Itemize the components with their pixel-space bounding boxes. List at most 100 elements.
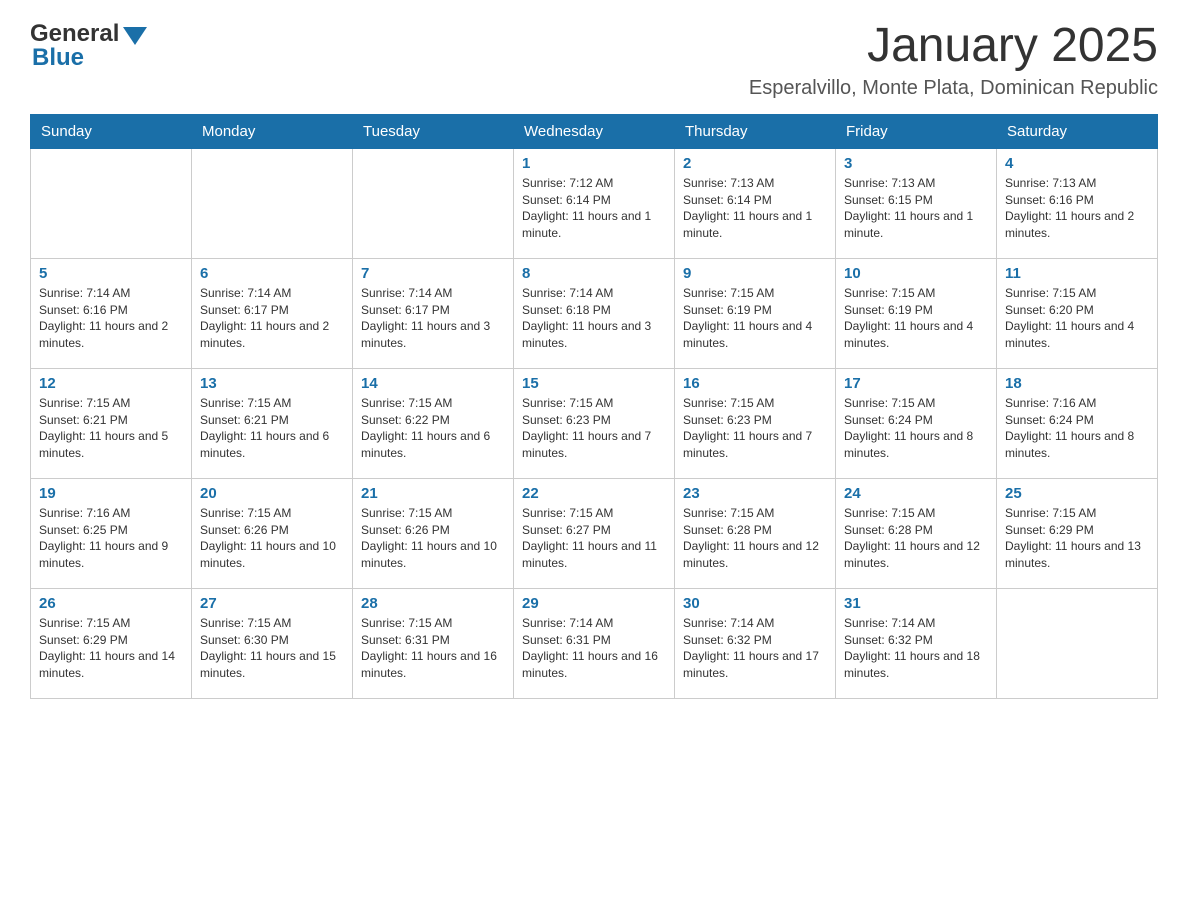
day-info: Sunrise: 7:14 AM Sunset: 6:32 PM Dayligh… [683,615,827,682]
calendar-cell: 6Sunrise: 7:14 AM Sunset: 6:17 PM Daylig… [192,258,353,368]
day-info: Sunrise: 7:15 AM Sunset: 6:20 PM Dayligh… [1005,285,1149,352]
day-info: Sunrise: 7:16 AM Sunset: 6:25 PM Dayligh… [39,505,183,572]
day-info: Sunrise: 7:14 AM Sunset: 6:18 PM Dayligh… [522,285,666,352]
day-number: 20 [200,485,344,502]
day-number: 9 [683,265,827,282]
calendar-cell: 20 Sunrise: 7:15 AM Sunset: 6:26 PM Dayli… [192,478,353,588]
day-number: 22 [522,485,666,502]
day-info: Sunrise: 7:15 AM Sunset: 6:19 PM Dayligh… [844,285,988,352]
day-number: 5 [39,265,183,282]
day-info: Sunrise: 7:15 AM Sunset: 6:23 PM Dayligh… [522,395,666,462]
calendar-cell [353,148,514,258]
day-number: 21 [361,485,505,502]
day-info: Sunrise: 7:16 AM Sunset: 6:24 PM Dayligh… [1005,395,1149,462]
day-number: 23 [683,485,827,502]
calendar-cell: 14Sunrise: 7:15 AM Sunset: 6:22 PM Dayli… [353,368,514,478]
day-number: 27 [200,595,344,612]
day-number: 13 [200,375,344,392]
weekday-header-saturday: Saturday [997,114,1158,148]
calendar-subtitle: Esperalvillo, Monte Plata, Dominican Rep… [749,77,1158,100]
calendar-table: SundayMondayTuesdayWednesdayThursdayFrid… [30,114,1158,699]
day-number: 4 [1005,155,1149,172]
day-number: 16 [683,375,827,392]
day-info: Sunrise: 7:15 AM Sunset: 6:26 PM Dayligh… [200,505,344,572]
day-info: Sunrise: 7:15 AM Sunset: 6:27 PM Dayligh… [522,505,666,572]
calendar-cell: 4 Sunrise: 7:13 AM Sunset: 6:16 PM Daylig… [997,148,1158,258]
day-number: 2 [683,155,827,172]
calendar-cell: 26 Sunrise: 7:15 AM Sunset: 6:29 PM Dayli… [31,588,192,698]
day-info: Sunrise: 7:15 AM Sunset: 6:29 PM Dayligh… [39,615,183,682]
weekday-header-wednesday: Wednesday [514,114,675,148]
day-number: 14 [361,375,505,392]
page-header: General Blue January 2025 Esperalvillo, … [30,20,1158,100]
calendar-week-row: 12 Sunrise: 7:15 AM Sunset: 6:21 PM Dayli… [31,368,1158,478]
day-number: 11 [1005,265,1149,282]
logo-blue-text: Blue [32,44,84,72]
calendar-cell: 16 Sunrise: 7:15 AM Sunset: 6:23 PM Dayli… [675,368,836,478]
day-number: 19 [39,485,183,502]
day-info: Sunrise: 7:15 AM Sunset: 6:29 PM Dayligh… [1005,505,1149,572]
day-number: 1 [522,155,666,172]
day-number: 18 [1005,375,1149,392]
day-number: 28 [361,595,505,612]
weekday-header-sunday: Sunday [31,114,192,148]
calendar-cell: 22 Sunrise: 7:15 AM Sunset: 6:27 PM Dayli… [514,478,675,588]
day-number: 24 [844,485,988,502]
day-info: Sunrise: 7:13 AM Sunset: 6:14 PM Dayligh… [683,175,827,242]
calendar-cell [192,148,353,258]
logo: General Blue [30,20,147,72]
day-info: Sunrise: 7:14 AM Sunset: 6:32 PM Dayligh… [844,615,988,682]
day-number: 31 [844,595,988,612]
calendar-cell: 15 Sunrise: 7:15 AM Sunset: 6:23 PM Dayli… [514,368,675,478]
day-number: 30 [683,595,827,612]
calendar-cell: 30 Sunrise: 7:14 AM Sunset: 6:32 PM Dayli… [675,588,836,698]
day-info: Sunrise: 7:15 AM Sunset: 6:21 PM Dayligh… [200,395,344,462]
weekday-header-tuesday: Tuesday [353,114,514,148]
calendar-cell: 23 Sunrise: 7:15 AM Sunset: 6:28 PM Dayli… [675,478,836,588]
day-info: Sunrise: 7:14 AM Sunset: 6:17 PM Dayligh… [200,285,344,352]
calendar-cell: 3 Sunrise: 7:13 AM Sunset: 6:15 PM Daylig… [836,148,997,258]
calendar-cell [997,588,1158,698]
calendar-cell: 28 Sunrise: 7:15 AM Sunset: 6:31 PM Dayli… [353,588,514,698]
day-number: 25 [1005,485,1149,502]
day-number: 7 [361,265,505,282]
calendar-cell: 8 Sunrise: 7:14 AM Sunset: 6:18 PM Daylig… [514,258,675,368]
calendar-week-row: 26 Sunrise: 7:15 AM Sunset: 6:29 PM Dayli… [31,588,1158,698]
day-info: Sunrise: 7:15 AM Sunset: 6:21 PM Dayligh… [39,395,183,462]
day-info: Sunrise: 7:15 AM Sunset: 6:31 PM Dayligh… [361,615,505,682]
calendar-week-row: 19 Sunrise: 7:16 AM Sunset: 6:25 PM Dayli… [31,478,1158,588]
calendar-cell: 17Sunrise: 7:15 AM Sunset: 6:24 PM Dayli… [836,368,997,478]
day-info: Sunrise: 7:15 AM Sunset: 6:23 PM Dayligh… [683,395,827,462]
calendar-week-row: 5 Sunrise: 7:14 AM Sunset: 6:16 PM Daylig… [31,258,1158,368]
calendar-cell: 18 Sunrise: 7:16 AM Sunset: 6:24 PM Dayli… [997,368,1158,478]
day-number: 10 [844,265,988,282]
calendar-cell: 9Sunrise: 7:15 AM Sunset: 6:19 PM Daylig… [675,258,836,368]
day-number: 26 [39,595,183,612]
day-number: 3 [844,155,988,172]
day-number: 15 [522,375,666,392]
day-number: 8 [522,265,666,282]
weekday-header-monday: Monday [192,114,353,148]
day-info: Sunrise: 7:14 AM Sunset: 6:17 PM Dayligh… [361,285,505,352]
day-info: Sunrise: 7:15 AM Sunset: 6:30 PM Dayligh… [200,615,344,682]
calendar-cell: 24 Sunrise: 7:15 AM Sunset: 6:28 PM Dayli… [836,478,997,588]
day-info: Sunrise: 7:15 AM Sunset: 6:24 PM Dayligh… [844,395,988,462]
title-area: January 2025 Esperalvillo, Monte Plata, … [749,20,1158,100]
day-info: Sunrise: 7:14 AM Sunset: 6:31 PM Dayligh… [522,615,666,682]
calendar-cell: 25 Sunrise: 7:15 AM Sunset: 6:29 PM Dayli… [997,478,1158,588]
day-info: Sunrise: 7:13 AM Sunset: 6:16 PM Dayligh… [1005,175,1149,242]
calendar-cell: 31 Sunrise: 7:14 AM Sunset: 6:32 PM Dayli… [836,588,997,698]
calendar-cell: 12 Sunrise: 7:15 AM Sunset: 6:21 PM Dayli… [31,368,192,478]
day-info: Sunrise: 7:15 AM Sunset: 6:28 PM Dayligh… [683,505,827,572]
calendar-cell: 5 Sunrise: 7:14 AM Sunset: 6:16 PM Daylig… [31,258,192,368]
calendar-cell: 1 Sunrise: 7:12 AM Sunset: 6:14 PM Daylig… [514,148,675,258]
day-info: Sunrise: 7:14 AM Sunset: 6:16 PM Dayligh… [39,285,183,352]
day-info: Sunrise: 7:13 AM Sunset: 6:15 PM Dayligh… [844,175,988,242]
day-number: 12 [39,375,183,392]
calendar-cell: 2 Sunrise: 7:13 AM Sunset: 6:14 PM Daylig… [675,148,836,258]
calendar-cell: 21Sunrise: 7:15 AM Sunset: 6:26 PM Dayli… [353,478,514,588]
weekday-header-thursday: Thursday [675,114,836,148]
day-info: Sunrise: 7:15 AM Sunset: 6:28 PM Dayligh… [844,505,988,572]
calendar-title: January 2025 [749,20,1158,73]
day-info: Sunrise: 7:12 AM Sunset: 6:14 PM Dayligh… [522,175,666,242]
